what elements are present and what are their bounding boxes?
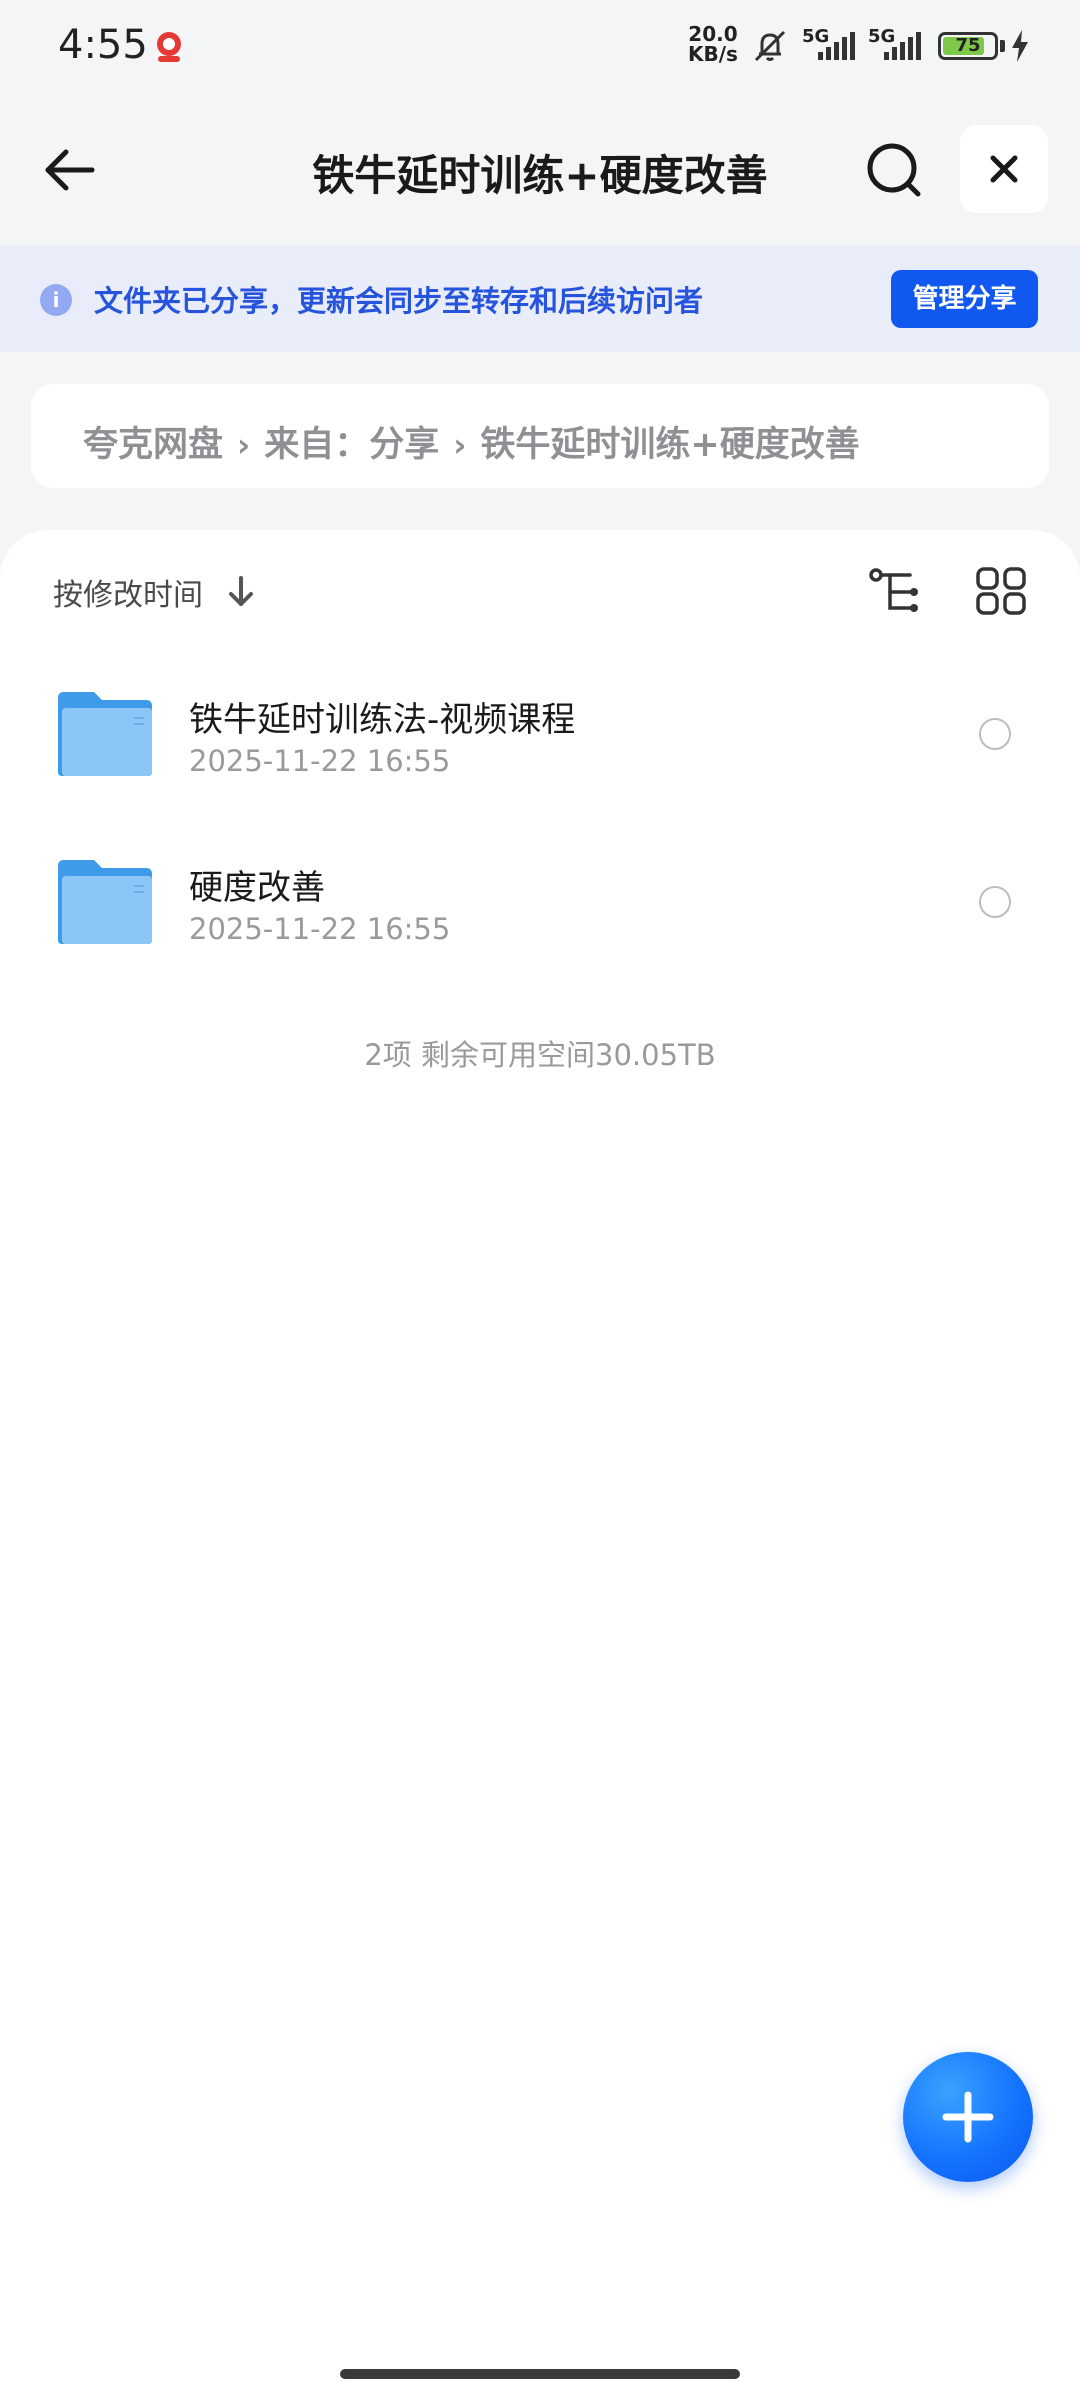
info-icon: i [40,284,72,316]
file-modified-date: 2025-11-22 16:55 [189,912,451,946]
signal-icon [884,32,921,60]
sort-down-icon[interactable] [226,574,256,610]
file-row-folder[interactable]: 铁牛延时训练法-视频课程 2025-11-22 16:55 [0,660,1080,828]
signal-sim1: 5G [800,26,866,62]
file-name: 铁牛延时训练法-视频课程 [189,700,576,740]
close-icon [990,155,1018,183]
file-name: 硬度改善 [189,868,325,908]
file-modified-date: 2025-11-22 16:55 [189,744,451,778]
add-button[interactable] [903,2052,1033,2182]
folder-icon [58,692,152,776]
select-radio[interactable] [979,886,1011,918]
signal-icon [818,32,855,60]
breadcrumb-item-current: 铁牛延时训练+硬度改善 [480,425,860,465]
manage-share-button[interactable]: 管理分享 [891,270,1038,328]
tree-view-icon[interactable] [868,566,922,616]
battery-icon: 75 [938,32,998,60]
status-bar: 4:55 20.0 KB/s 5G 5G 75 [0,0,1080,96]
battery-tip [1000,40,1005,52]
breadcrumb-separator: › [237,426,251,464]
app-notification-icon [157,32,181,62]
sort-by-modified-button[interactable]: 按修改时间 [53,570,203,614]
network-speed-value: 20.0 [688,22,738,46]
share-notice-banner: i 文件夹已分享，更新会同步至转存和后续访问者 管理分享 [0,246,1080,352]
charging-icon [1012,30,1028,62]
battery-percent: 75 [955,35,981,56]
signal-sim2: 5G [866,26,932,62]
storage-summary: 2项 剩余可用空间30.05TB [364,1038,716,1072]
search-icon[interactable] [864,140,924,200]
status-time: 4:55 [58,22,148,68]
grid-view-icon[interactable] [974,566,1028,616]
share-notice-text: 文件夹已分享，更新会同步至转存和后续访问者 [94,284,704,318]
breadcrumb-item-shared[interactable]: 来自：分享 [264,425,439,465]
top-app-bar: 铁牛延时训练+硬度改善 [0,120,1080,220]
home-indicator[interactable] [340,2369,740,2379]
select-radio[interactable] [979,718,1011,750]
app-screen: 4:55 20.0 KB/s 5G 5G 75 铁牛延时训练+硬度改善 i 文件… [0,0,1080,2400]
file-list: 铁牛延时训练法-视频课程 2025-11-22 16:55 硬度改善 2025-… [0,660,1080,996]
list-toolbar: 按修改时间 [0,530,1080,650]
breadcrumb-separator: › [453,426,467,464]
network-speed-unit: KB/s [688,42,738,66]
mute-icon [754,30,786,62]
breadcrumb: 夸克网盘 › 来自：分享 › 铁牛延时训练+硬度改善 [31,384,1049,488]
folder-icon [58,860,152,944]
breadcrumb-trail: 夸克网盘 › 来自：分享 › 铁牛延时训练+硬度改善 [83,416,860,467]
breadcrumb-item-root[interactable]: 夸克网盘 [83,425,223,465]
plus-icon [942,2091,994,2143]
close-button[interactable] [960,125,1048,213]
file-row-folder[interactable]: 硬度改善 2025-11-22 16:55 [0,828,1080,996]
network-speed: 20.0 KB/s [688,24,738,64]
